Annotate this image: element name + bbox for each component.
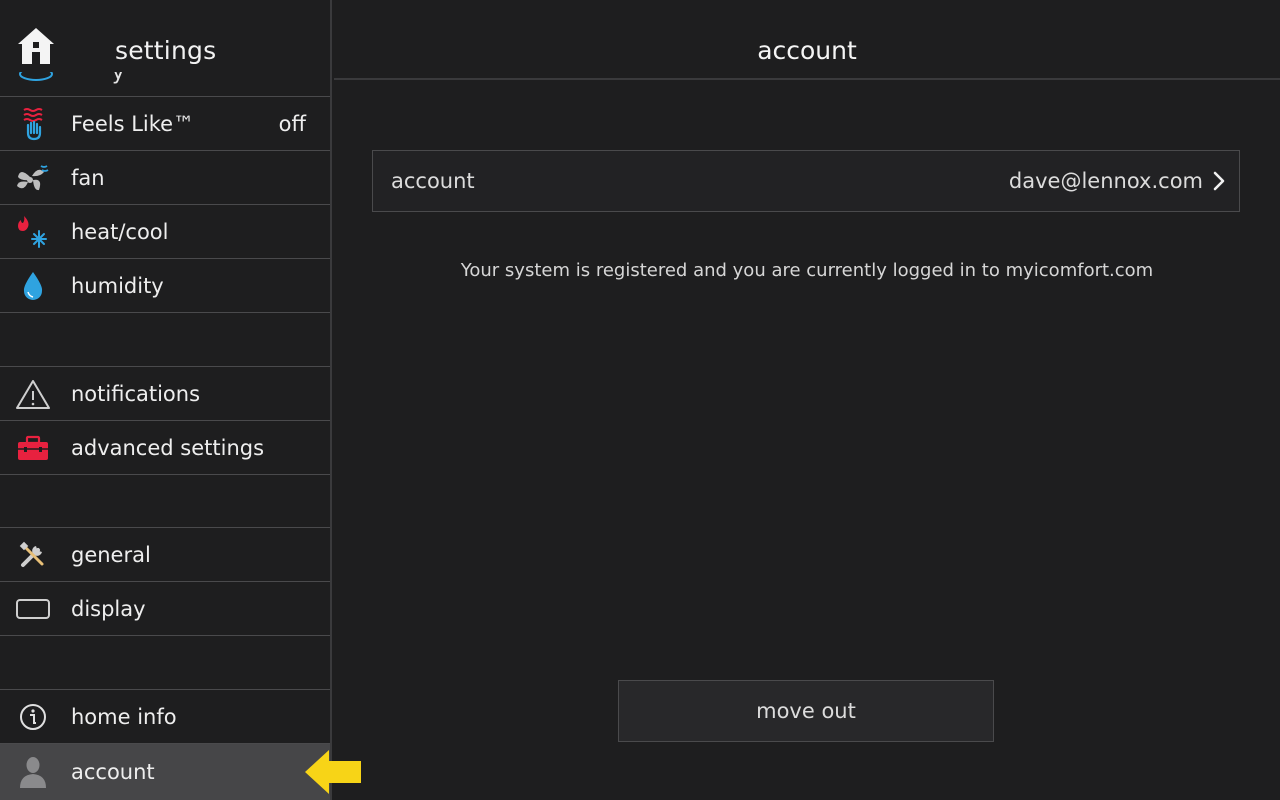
smart-away-icon — [19, 72, 53, 81]
fan-icon — [14, 159, 52, 197]
sidebar-item-partial-label: y — [112, 72, 125, 84]
main-header: account — [334, 0, 1280, 80]
sidebar-title: settings — [115, 36, 217, 65]
sidebar-item-label: home info — [71, 704, 177, 729]
page-title: account — [757, 36, 857, 65]
sidebar-item-heat-cool[interactable]: heat/cool — [0, 205, 330, 259]
sidebar-item-feels-like[interactable]: Feels Like™ off — [0, 97, 330, 151]
account-row[interactable]: account dave@lennox.com — [372, 150, 1240, 212]
move-out-button[interactable]: move out — [618, 680, 994, 742]
registration-status-text: Your system is registered and you are cu… — [460, 260, 1154, 281]
humidity-drop-icon — [14, 267, 52, 305]
sidebar-item-label: advanced settings — [71, 435, 265, 460]
warning-triangle-icon — [14, 375, 52, 413]
sidebar-item-home-info[interactable]: home info — [0, 690, 330, 744]
sidebar-item-account[interactable]: account — [0, 744, 330, 800]
account-row-label: account — [391, 169, 475, 193]
sidebar-header: settings — [0, 0, 330, 72]
sidebar-item-partial[interactable]: y — [0, 72, 330, 97]
sidebar-item-label: display — [71, 596, 146, 621]
sidebar-item-humidity[interactable]: humidity — [0, 259, 330, 313]
toolbox-icon — [14, 429, 52, 467]
tools-icon — [14, 536, 52, 574]
sidebar-item-notifications[interactable]: notifications — [0, 367, 330, 421]
sidebar-item-fan[interactable]: fan — [0, 151, 330, 205]
display-icon — [14, 590, 52, 628]
feels-like-icon — [14, 105, 52, 143]
yellow-pointer-arrow-icon — [305, 750, 361, 794]
account-email: dave@lennox.com — [1008, 169, 1203, 193]
sidebar-item-label: Feels Like™ — [71, 111, 195, 136]
app-window: settings y Feels Like™ off fan heat/cool… — [0, 0, 1280, 800]
home-icon — [18, 28, 54, 64]
sidebar-item-advanced-settings[interactable]: advanced settings — [0, 421, 330, 475]
sidebar-item-general[interactable]: general — [0, 528, 330, 582]
user-icon — [14, 753, 52, 791]
sidebar-item-label: heat/cool — [71, 219, 169, 244]
chevron-right-icon — [1213, 171, 1225, 191]
info-icon — [14, 698, 52, 736]
sidebar-item-label: general — [71, 542, 151, 567]
sidebar-spacer — [0, 475, 330, 528]
sidebar-item-label: fan — [71, 165, 105, 190]
heat-cool-icon — [14, 213, 52, 251]
home-button[interactable] — [14, 24, 58, 68]
settings-sidebar: settings y Feels Like™ off fan heat/cool… — [0, 0, 332, 800]
sidebar-item-label: account — [71, 760, 155, 784]
feels-like-value: off — [278, 111, 306, 136]
sidebar-item-display[interactable]: display — [0, 582, 330, 636]
sidebar-spacer — [0, 313, 330, 367]
sidebar-item-label: notifications — [71, 381, 201, 406]
sidebar-item-label: humidity — [71, 273, 164, 298]
sidebar-spacer — [0, 636, 330, 690]
